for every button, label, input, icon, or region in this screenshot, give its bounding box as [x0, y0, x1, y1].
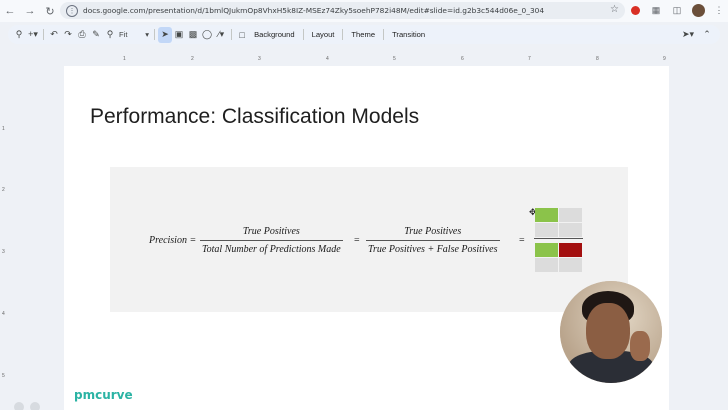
presenter-webcam [560, 281, 662, 383]
print-icon[interactable]: ⎙ [75, 27, 89, 43]
matrix-cell [535, 223, 558, 237]
brand-logo-text: pmcurve [74, 388, 133, 402]
ruler-number: 5 [393, 56, 396, 62]
control-dot[interactable] [30, 402, 40, 410]
ruler-number: 3 [258, 56, 261, 62]
bookmark-star-icon[interactable]: ☆ [610, 4, 619, 15]
confusion-matrix-denominator [535, 243, 582, 272]
fraction-bar [200, 240, 343, 241]
toolbar-divider [231, 29, 233, 40]
fraction-numerator: True Positives [242, 226, 300, 237]
ruler-number: 2 [191, 56, 194, 62]
precision-label: Precision = [149, 235, 197, 246]
browser-bar: ← → ↻ ⋮ docs.google.com/presentation/d/1… [0, 0, 728, 22]
reload-icon[interactable]: ↻ [40, 1, 60, 21]
pen-tool-icon[interactable]: ➤▾ [680, 26, 696, 42]
recording-icon[interactable] [628, 3, 642, 17]
undo-icon[interactable]: ↶ [47, 27, 61, 43]
matrix-fraction-bar [534, 238, 583, 239]
fraction-total-predictions: True Positives Total Number of Predictio… [200, 226, 343, 255]
zoom-select[interactable]: Fit ▾ [117, 27, 151, 43]
toolbar-divider [302, 29, 304, 40]
zoom-value: Fit [119, 30, 128, 39]
control-dot[interactable] [14, 402, 24, 410]
fraction-numerator: True Positives [404, 226, 462, 237]
site-info-icon[interactable]: ⋮ [66, 4, 78, 17]
image-icon[interactable]: ▩ [186, 27, 200, 43]
side-panel-icon[interactable]: ◫ [670, 3, 684, 17]
ruler-number: 4 [326, 56, 329, 62]
ruler-number: 7 [528, 56, 531, 62]
matrix-cell-false-positive [559, 243, 582, 257]
chevron-down-icon: ▾ [145, 30, 149, 39]
shape-icon[interactable]: ◯ [200, 27, 214, 43]
forward-icon[interactable]: → [20, 1, 40, 21]
ruler-number: 1 [123, 56, 126, 62]
fraction-tp-fp: True Positives True Positives + False Po… [366, 226, 500, 255]
fraction-bar [366, 240, 500, 241]
paint-format-icon[interactable]: ✎ [89, 27, 103, 43]
ruler-number: 3 [2, 249, 5, 255]
ruler-number: 9 [663, 56, 666, 62]
confusion-matrix-numerator [535, 208, 582, 237]
zoom-icon[interactable]: ⚲ [103, 27, 117, 43]
matrix-cell [535, 258, 558, 272]
presenter-hand [630, 331, 650, 361]
toolbar-divider [383, 29, 385, 40]
profile-avatar[interactable] [691, 3, 705, 17]
background-button[interactable]: Background [249, 27, 300, 43]
back-icon[interactable]: ← [0, 1, 20, 21]
slide-title[interactable]: Performance: Classification Models [90, 105, 419, 129]
select-cursor-icon[interactable]: ➤ [158, 26, 172, 43]
extensions-icon[interactable]: ▦ [649, 3, 663, 17]
address-bar[interactable]: ⋮ docs.google.com/presentation/d/1bmlQJu… [60, 2, 625, 19]
ruler-number: 5 [2, 373, 5, 379]
ruler-number: 1 [2, 126, 5, 132]
horizontal-ruler: 1 2 3 4 5 6 7 8 9 [0, 55, 728, 64]
fraction-denominator: Total Number of Predictions Made [202, 244, 341, 255]
ruler-number: 4 [2, 311, 5, 317]
collapse-toolbar-icon[interactable]: ⌃ [700, 26, 714, 42]
equals-sign: = [519, 235, 525, 246]
transition-button[interactable]: Transition [387, 27, 430, 43]
slides-toolbar: ⚲ +▾ ↶ ↷ ⎙ ✎ ⚲ Fit ▾ ➤ ▣ ▩ ◯ ∕▾ □ Backgro… [8, 25, 720, 44]
toolbar-divider [43, 29, 44, 40]
matrix-cell [559, 208, 582, 222]
theme-button[interactable]: Theme [346, 27, 380, 43]
new-slide-icon[interactable]: +▾ [26, 27, 40, 43]
matrix-cell-true-positive [535, 243, 558, 257]
ruler-number: 2 [2, 187, 5, 193]
equals-sign: = [354, 235, 360, 246]
fraction-denominator: True Positives + False Positives [368, 244, 498, 255]
search-menus-icon[interactable]: ⚲ [12, 27, 26, 43]
presenter-face [586, 303, 630, 359]
bottom-controls [14, 402, 40, 410]
matrix-cell-true-positive [535, 208, 558, 222]
vertical-ruler: 1 2 3 4 5 [0, 64, 9, 410]
comment-icon[interactable]: □ [235, 27, 249, 43]
more-menu-icon[interactable]: ⋮ [712, 3, 726, 17]
matrix-cell [559, 223, 582, 237]
toolbar-divider [342, 29, 344, 40]
url-text[interactable]: docs.google.com/presentation/d/1bmlQJukm… [83, 6, 544, 15]
text-box-icon[interactable]: ▣ [172, 27, 186, 43]
line-icon[interactable]: ∕▾ [214, 27, 228, 43]
formula-image[interactable]: Precision = True Positives Total Number … [110, 167, 628, 312]
layout-button[interactable]: Layout [307, 27, 340, 43]
redo-icon[interactable]: ↷ [61, 27, 75, 43]
ruler-number: 6 [461, 56, 464, 62]
ruler-number: 8 [596, 56, 599, 62]
matrix-cell [559, 258, 582, 272]
toolbar-divider [154, 29, 155, 40]
